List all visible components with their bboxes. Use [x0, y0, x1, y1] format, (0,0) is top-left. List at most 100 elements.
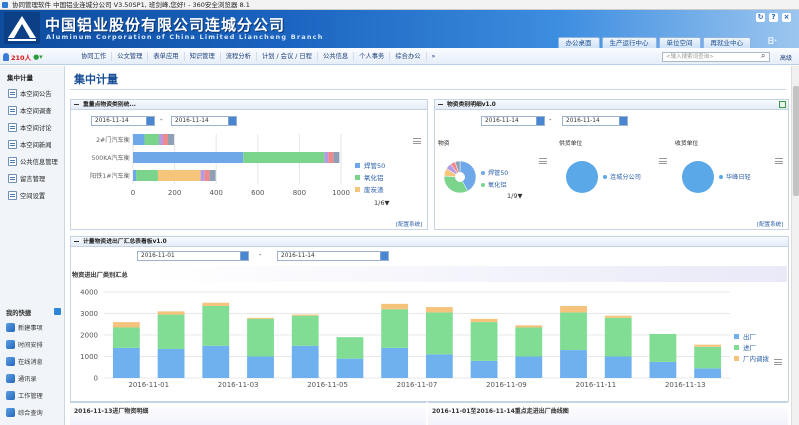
quick-work-mgmt[interactable]: 工作管理: [0, 387, 65, 404]
bottom-right-panel-title: 2016-11-01至2016-11-14重点走进出厂曲线图: [428, 402, 788, 425]
close-icon[interactable]: ×: [782, 13, 791, 22]
y-tick-label: 4000: [80, 289, 98, 297]
bar-segment-minor: [209, 170, 216, 181]
sidebar-item-message-mgmt[interactable]: 留言管理: [0, 170, 64, 187]
legend-pager: 1/6▼: [374, 199, 389, 207]
quick-time-schedule[interactable]: 时间安排: [0, 336, 65, 353]
quick-general-query[interactable]: 综合查询: [0, 404, 65, 421]
search-icon[interactable]: ⌕: [761, 51, 765, 61]
calendar-icon[interactable]: [146, 117, 154, 125]
y-tick-label: 3000: [80, 310, 98, 318]
header-menu-button[interactable]: 日·: [767, 36, 777, 46]
refresh-icon[interactable]: ↻: [756, 13, 765, 22]
bar-segment: [202, 305, 230, 346]
nav-knowledge-mgmt[interactable]: 知识管理: [185, 52, 221, 61]
panel-settings-icon[interactable]: [779, 101, 786, 108]
quick-contacts[interactable]: 通讯录: [0, 370, 65, 387]
calendar-icon[interactable]: [380, 252, 388, 260]
bar-segment: [515, 327, 543, 357]
col-header-material: 物资: [438, 141, 450, 147]
nav-menu: 协同工作 公文管理 表单应用 知识管理 流程分析 计划 / 会议 / 日程 公共…: [76, 48, 440, 65]
bar-segment: [133, 152, 244, 163]
date-to-input[interactable]: 2016-11-14: [171, 116, 237, 126]
date-to-input[interactable]: 2016-11-14: [277, 251, 389, 261]
bar-segment-minor: [328, 152, 334, 163]
bar-segment: [157, 348, 185, 378]
online-count[interactable]: 210人: [11, 52, 31, 62]
nav-more[interactable]: »: [427, 52, 441, 61]
bar-segment: [202, 345, 230, 378]
legend-label: 氧化铝: [364, 173, 384, 182]
tab-unit-space[interactable]: 单位空间: [658, 37, 701, 48]
tab-office-desktop[interactable]: 办公桌面: [557, 37, 600, 48]
nav-collab-work[interactable]: 协同工作: [76, 52, 113, 61]
sidebar-item-space-survey[interactable]: 本空间调查: [0, 102, 64, 119]
scroll-thumb[interactable]: [793, 86, 799, 196]
bar-segment: [133, 134, 145, 145]
calendar-icon[interactable]: [240, 252, 248, 260]
bar-segment: [381, 303, 409, 310]
nav-form-apps[interactable]: 表单应用: [148, 52, 185, 61]
sidebar-item-space-settings[interactable]: 空间设置: [0, 187, 64, 204]
bar-segment: [112, 327, 140, 348]
bar-segment: [470, 360, 498, 378]
tab-reemployment-center[interactable]: 再就业中心: [702, 37, 751, 48]
bar-segment: [247, 356, 274, 378]
work-icon: [6, 391, 15, 400]
nav-document-mgmt[interactable]: 公文管理: [112, 52, 149, 61]
quick-settings-icon[interactable]: [54, 308, 61, 315]
config-system-link[interactable]: [配置系统]: [396, 220, 422, 228]
quick-online-message[interactable]: 在线消息: [0, 353, 65, 370]
calendar-icon[interactable]: [536, 117, 544, 125]
sidebar-item-space-news[interactable]: 本空间新闻: [0, 136, 64, 153]
date-to-input[interactable]: 2016-11-14: [562, 116, 628, 126]
calendar-icon[interactable]: [228, 117, 236, 125]
bar-segment: [604, 317, 632, 357]
legend-pager: 1/9▼: [507, 192, 522, 200]
nav-public-info[interactable]: 公共信息: [318, 52, 355, 61]
nav-plan-meeting-schedule[interactable]: 计划 / 会议 / 日程: [257, 52, 318, 61]
contacts-icon: [6, 374, 15, 383]
panel-title: 物资类别明细v1.0: [435, 100, 788, 110]
bar-segment: [470, 318, 498, 323]
title-divider: [70, 89, 786, 90]
date-from-input[interactable]: 2016-11-14: [91, 116, 155, 126]
quick-new-item[interactable]: 新建事项: [0, 319, 65, 336]
bar-segment-minor: [163, 134, 168, 145]
bar-segment: [694, 346, 722, 369]
legend-swatch: [734, 356, 739, 361]
chalco-logo-icon: [4, 12, 40, 44]
query-icon: [6, 408, 15, 417]
config-system-link[interactable]: [配置系统]: [757, 220, 783, 228]
stacked-bar-chart: 0 1000 2000 3000 4000 2016-11-01 2016-11-03 201…: [80, 289, 769, 390]
sidebar-item-space-announcement[interactable]: 本空间公告: [0, 85, 64, 102]
search-input[interactable]: <输入搜索词查询>: [662, 52, 770, 62]
sidebar-item-space-discussion[interactable]: 本空间讨论: [0, 119, 64, 136]
x-tick-label: 200: [168, 189, 181, 197]
nav-personal-affairs[interactable]: 个人事务: [354, 52, 391, 61]
status-dropdown-icon[interactable]: ●▾: [33, 53, 43, 61]
x-tick-label: 1000: [332, 189, 350, 197]
bottom-left-panel-title: 2016-11-13进厂物资明细: [70, 402, 426, 425]
bar-segment: [247, 317, 274, 319]
date-from-input[interactable]: 2016-11-14: [481, 116, 545, 126]
bar-segment: [515, 356, 543, 378]
nav-general-office[interactable]: 综合办公: [390, 52, 427, 61]
legend-swatch: [481, 171, 485, 175]
pie-slice: [682, 161, 714, 193]
nav-process-analysis[interactable]: 流程分析: [221, 52, 257, 61]
help-icon[interactable]: ?: [769, 13, 778, 22]
list-icon: [8, 123, 17, 132]
advanced-search-link[interactable]: 高级: [780, 53, 792, 62]
sidebar-item-public-info-mgmt[interactable]: 公共信息管理: [0, 153, 64, 170]
legend-swatch: [734, 334, 739, 339]
page-scrollbar[interactable]: [791, 66, 799, 425]
tab-production-center[interactable]: 生产运行中心: [601, 37, 657, 48]
date-from-input[interactable]: 2016-11-01: [137, 251, 249, 261]
legend-swatch: [603, 175, 607, 179]
online-users[interactable]: 210人 ●▾: [3, 52, 43, 62]
legend-label: 焊管50: [488, 169, 508, 177]
chat-icon: [6, 357, 15, 366]
calendar-icon[interactable]: [619, 117, 627, 125]
company-name-en: Aluminum Corporation of China Limited Li…: [46, 33, 324, 41]
